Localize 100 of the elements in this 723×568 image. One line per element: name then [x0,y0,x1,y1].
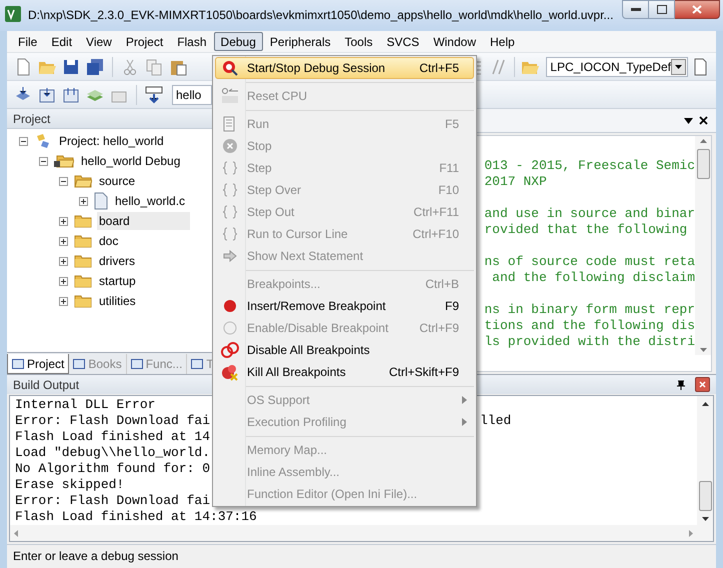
output-line: Error: Flash Download fai [15,413,210,429]
tree-item[interactable]: drivers [97,252,138,270]
menu-item[interactable]: Insert/Remove Breakpoint F9 [215,295,474,317]
menu-bar-item[interactable]: Flash [170,32,214,51]
code-line: and the following disclaim [491,270,695,286]
panel-title: Project [13,110,50,128]
menu-bar-item[interactable]: Edit [44,32,80,51]
scroll-thumb[interactable] [698,481,712,511]
output-line: Load "debug\\hello_world. [15,445,210,461]
tree-item[interactable]: board [97,212,190,230]
collapse-toggle[interactable] [59,176,68,186]
braces-icon [222,182,238,198]
scrollbar[interactable] [695,136,711,355]
menu-bar-item[interactable]: Tools [338,32,380,51]
collapse-toggle[interactable] [39,156,48,166]
scroll-left-icon [14,530,18,536]
scrollbar[interactable] [10,525,697,541]
close-button[interactable] [695,377,710,392]
expand-toggle[interactable] [59,236,68,246]
shortcut-label: F10 [438,182,460,199]
output-line: Erase skipped! [15,477,124,493]
code-line: ls provided with the distri [484,334,695,350]
tree-item[interactable]: doc [97,232,120,250]
output-line: Internal DLL Error [15,397,156,413]
breakpoint-outline-icon [222,320,238,336]
scrollbar[interactable] [697,396,713,541]
scroll-up-icon [702,402,708,406]
tree-item[interactable]: utilities [97,292,138,310]
app-icon [5,6,21,22]
dropdown-icon [684,118,693,124]
code-line: and use in source and binar [484,206,695,222]
caret-icon [674,64,682,68]
breakpoint-delete-icon [221,363,239,381]
code-line: 2017 NXP [484,174,547,190]
target-folder-icon [54,154,74,168]
menu-bar-item[interactable]: Help [483,32,522,51]
close-icon [692,5,702,14]
menu-bar-item[interactable]: Peripherals [262,32,338,51]
minimize-button[interactable] [622,0,649,19]
panel-tab[interactable]: Project [7,354,70,374]
shortcut-label: Ctrl+F10 [412,226,460,243]
output-line: lled [480,413,512,429]
menu-bar-item[interactable]: Debug [214,32,263,51]
menu-bar-item[interactable]: View [79,32,119,51]
code-line: ns in binary form must repr [484,302,695,318]
menu-bar-item[interactable]: File [11,32,44,51]
stop-icon [222,138,238,154]
folder-icon [74,254,92,268]
open-folder-icon [74,174,92,188]
code-line: rovided that the following [484,222,688,238]
submenu-arrow-icon [461,417,469,427]
shortcut-label: Ctrl+F11 [414,204,460,221]
tree-item[interactable]: startup [97,272,138,290]
load-icon[interactable] [145,86,163,104]
scroll-down-icon [700,348,706,352]
braces-icon [222,160,238,176]
close-button[interactable] [675,0,720,19]
window-title: D:\nxp\SDK_2.3.0_EVK-MIMXRT1050\boards\evkmimxrt1050\demo_apps\hello_world\mdk\hello_world.uvpr... [28,7,614,24]
expand-toggle[interactable] [59,276,68,286]
scroll-right-icon [689,530,693,536]
output-line: No Algorithm found for: 0 [15,461,210,477]
close-icon [699,381,706,388]
code-line: tions and the following dis [484,318,695,334]
scroll-thumb[interactable] [696,149,710,179]
shortcut-label: Ctrl+F9 [419,320,460,337]
tab-icon [130,358,143,370]
folder-icon [74,214,92,228]
file-icon [94,192,108,210]
menu-bar-item[interactable]: Window [426,32,483,51]
menu-bar-item[interactable]: SVCS [380,32,426,51]
save-all-icon[interactable] [86,58,104,76]
braces-icon [222,226,238,242]
menu-bar-item[interactable]: Project [118,32,170,51]
tree-item[interactable]: hello_world.c [113,192,188,210]
expand-toggle[interactable] [59,216,68,226]
tree-item[interactable]: Project: hello_world [57,132,166,150]
tab-icon [12,358,24,370]
type-dropdown[interactable]: LPC_IOCON_TypeDef [546,56,688,76]
output-line: Flash Load finished at 14:37:16 [15,509,257,525]
code-line: 013 - 2015, Freescale Semic [484,158,695,174]
tree-item[interactable]: source [97,172,138,190]
expand-toggle[interactable] [79,196,88,206]
expand-toggle[interactable] [59,296,68,306]
maximize-button[interactable] [649,0,675,19]
collapse-toggle[interactable] [19,136,28,146]
status-text: Enter or leave a debug session [13,548,178,564]
breakpoint-icon [222,298,238,314]
linked-rings-icon [221,341,239,359]
shortcut-label: F5 [444,116,460,133]
shortcut-label: Ctrl+F5 [419,60,460,77]
output-line: Error: Flash Download fai [15,493,210,509]
tab-icon [73,358,86,370]
save-icon[interactable] [62,58,80,76]
target-dropdown[interactable]: hello [172,84,212,104]
expand-toggle[interactable] [59,256,68,266]
folder-icon [74,234,92,248]
tree-item[interactable]: hello_world Debug [79,152,182,170]
menu-item[interactable]: Start/Stop Debug Session Ctrl+F5 [215,57,474,79]
project-icon [34,133,52,149]
shortcut-label: F9 [444,298,460,315]
